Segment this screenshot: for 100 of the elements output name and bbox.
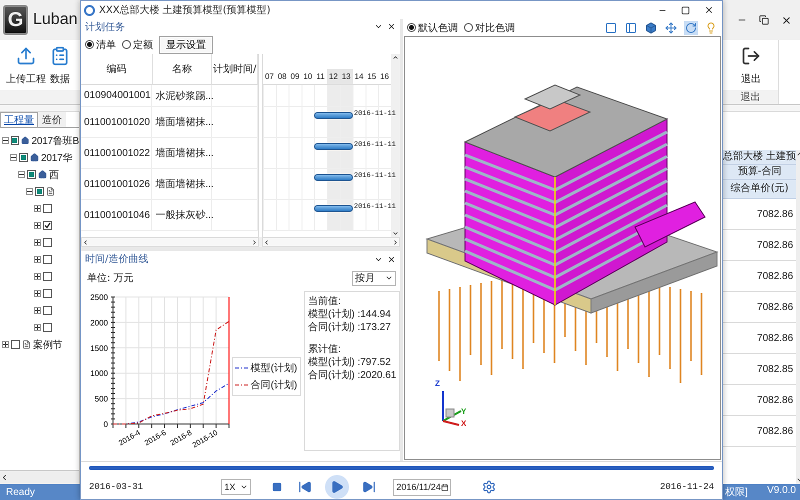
info-heading: 当前值: bbox=[308, 295, 342, 308]
info-line: 合同(计划) :173.27 bbox=[308, 321, 392, 334]
panel-tab[interactable]: 工程量 bbox=[0, 112, 38, 127]
maximize-icon[interactable] bbox=[681, 6, 690, 14]
play-button[interactable] bbox=[325, 475, 350, 499]
panel-tab[interactable]: 造价 bbox=[38, 112, 66, 127]
expand-toggle[interactable] bbox=[2, 341, 9, 348]
column-header: 预算-合同 bbox=[723, 165, 796, 180]
close-icon[interactable] bbox=[781, 14, 792, 26]
table-cell: 011001001046 bbox=[81, 200, 152, 230]
tree-checkbox[interactable] bbox=[43, 221, 52, 230]
ribbon-button[interactable]: 数据 bbox=[50, 46, 70, 86]
pane-title: 时间/造价曲线 bbox=[85, 252, 148, 266]
display-settings-button[interactable]: 显示设置 bbox=[159, 36, 213, 54]
horizontal-scrollbar[interactable] bbox=[81, 237, 259, 247]
view-tool-button[interactable] bbox=[624, 20, 638, 34]
legend-line-icon bbox=[234, 383, 249, 387]
expand-toggle[interactable] bbox=[34, 222, 41, 229]
period-select[interactable]: 按月 bbox=[352, 270, 396, 286]
clipboard-icon bbox=[50, 46, 70, 66]
status-text: 权限] bbox=[725, 486, 748, 499]
collapse-toggle[interactable] bbox=[26, 188, 33, 195]
collapse-toggle[interactable] bbox=[2, 137, 9, 144]
y-tick-label: 2000 bbox=[90, 318, 108, 328]
chevron-left-icon bbox=[263, 238, 270, 246]
view-tool-button[interactable] bbox=[664, 20, 678, 34]
group-label: 退出 bbox=[723, 90, 778, 104]
legend-label: 合同(计划) bbox=[250, 378, 298, 392]
status-text: Ready bbox=[6, 486, 35, 498]
tree-item[interactable]: 西 bbox=[49, 168, 59, 182]
view-tool-button[interactable] bbox=[684, 20, 698, 34]
radio-option[interactable]: 对比色调 bbox=[464, 20, 515, 34]
table-cell: 010904001001 bbox=[81, 85, 152, 106]
task-bar bbox=[314, 174, 353, 182]
y-tick-label: 500 bbox=[94, 394, 108, 404]
day-label: 14 bbox=[352, 69, 366, 84]
close-icon[interactable] bbox=[704, 5, 714, 15]
tree-checkbox[interactable] bbox=[11, 340, 20, 349]
info-line: 模型(计划) :797.52 bbox=[308, 356, 392, 369]
skip-forward-icon bbox=[362, 480, 376, 494]
tree-item[interactable]: 2017华 bbox=[41, 150, 72, 164]
horizontal-scrollbar[interactable] bbox=[0, 470, 79, 484]
tree-checkbox[interactable] bbox=[43, 289, 52, 298]
expand-toggle[interactable] bbox=[34, 273, 41, 280]
speed-select[interactable]: 1X bbox=[221, 479, 252, 495]
view-tool-button[interactable] bbox=[644, 20, 658, 34]
table-cell: 011001001022 bbox=[81, 138, 152, 168]
cube-icon bbox=[645, 22, 657, 34]
tree-checkbox[interactable] bbox=[43, 306, 52, 315]
ribbon-button[interactable]: 上传工程 bbox=[6, 46, 46, 86]
tree-checkbox[interactable] bbox=[43, 323, 52, 332]
info-heading: 累计值: bbox=[308, 343, 342, 356]
expand-toggle[interactable] bbox=[34, 324, 41, 331]
chevron-right-icon bbox=[392, 238, 399, 246]
previous-button[interactable] bbox=[297, 479, 314, 495]
settings-icon bbox=[482, 480, 496, 494]
expand-toggle[interactable] bbox=[34, 256, 41, 263]
horizontal-scrollbar[interactable] bbox=[262, 237, 400, 247]
collapse-toggle[interactable] bbox=[10, 154, 17, 161]
next-button[interactable] bbox=[361, 479, 378, 495]
chevron-right-icon bbox=[251, 238, 258, 246]
view-tool-button[interactable] bbox=[604, 20, 618, 34]
column-header: 名称 bbox=[152, 54, 212, 84]
tree-checkbox[interactable] bbox=[19, 153, 28, 162]
calendar-icon bbox=[440, 482, 448, 492]
date-field[interactable]: 2016/11/24 bbox=[393, 478, 452, 496]
expand-toggle[interactable] bbox=[34, 205, 41, 212]
tree-checkbox[interactable] bbox=[35, 187, 44, 196]
timeline-slider[interactable] bbox=[89, 466, 714, 470]
collapse-toggle[interactable] bbox=[18, 171, 25, 178]
close-icon[interactable] bbox=[387, 22, 396, 32]
radio-option[interactable]: 默认色调 bbox=[407, 20, 458, 34]
settings-button[interactable] bbox=[481, 479, 498, 495]
restore-icon[interactable] bbox=[759, 15, 769, 25]
tree-checkbox[interactable] bbox=[43, 272, 52, 281]
unit-label: 单位: 万元 bbox=[87, 272, 134, 285]
tree-checkbox[interactable] bbox=[43, 255, 52, 264]
axis-label: Y bbox=[461, 407, 466, 416]
radio-option[interactable]: 清单 bbox=[85, 38, 116, 52]
expand-toggle[interactable] bbox=[34, 239, 41, 246]
y-tick-label: 0 bbox=[104, 420, 108, 429]
expand-toggle[interactable] bbox=[34, 307, 41, 314]
axis-label: X bbox=[461, 419, 466, 428]
tree-item[interactable]: 2017鲁班B bbox=[31, 134, 79, 148]
lightbulb-icon bbox=[705, 22, 717, 34]
document-icon bbox=[22, 340, 31, 349]
tree-checkbox[interactable] bbox=[27, 170, 36, 179]
close-icon[interactable] bbox=[387, 254, 396, 264]
radio-option[interactable]: 定额 bbox=[122, 38, 153, 52]
tree-checkbox[interactable] bbox=[43, 204, 52, 213]
tree-item[interactable]: 案例节 bbox=[33, 338, 62, 352]
table-cell: 011001001026 bbox=[81, 169, 152, 200]
start-date: 2016-03-31 bbox=[89, 482, 144, 492]
house-icon bbox=[21, 136, 30, 145]
y-tick-label: 1000 bbox=[90, 369, 108, 378]
exit-button[interactable]: 退出 bbox=[741, 46, 761, 86]
info-line: 合同(计划) :2020.61 bbox=[308, 369, 396, 382]
expand-toggle[interactable] bbox=[34, 290, 41, 297]
tree-checkbox[interactable] bbox=[10, 136, 20, 145]
tree-checkbox[interactable] bbox=[43, 238, 52, 247]
